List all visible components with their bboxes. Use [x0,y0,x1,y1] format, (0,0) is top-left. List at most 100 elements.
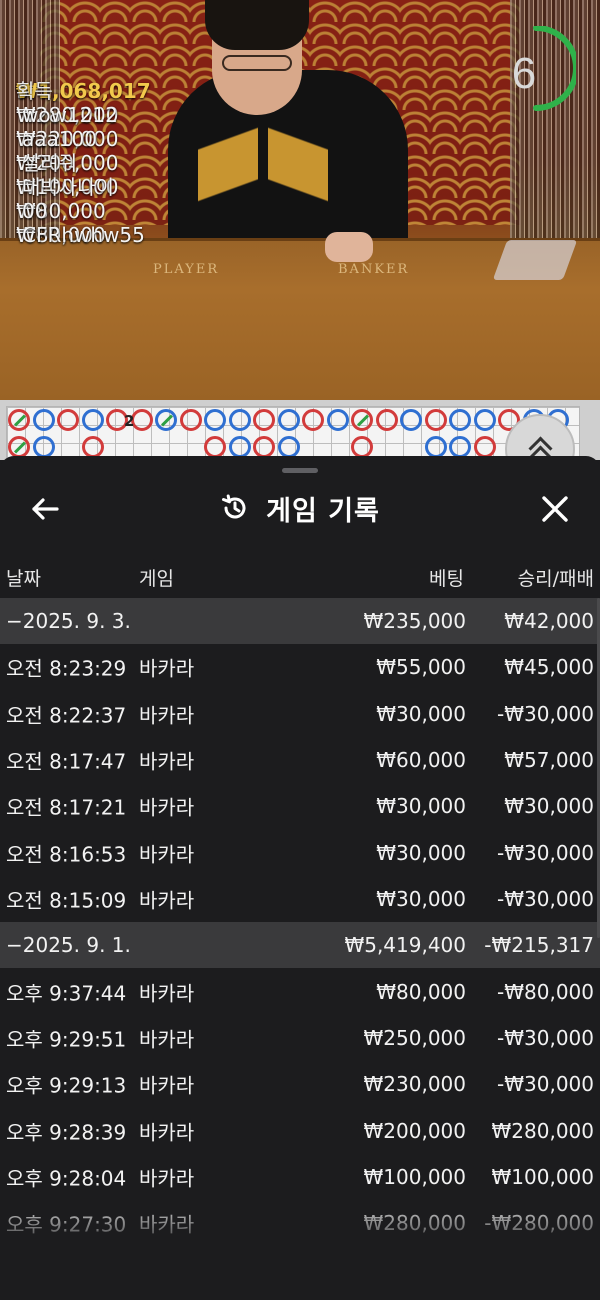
row-time: 오전 8:15:09 [6,888,127,913]
row-time: 오후 9:27:30 [6,1212,127,1237]
history-row[interactable]: 오전 8:17:21 바카라 ₩30,000 ₩30,000 [0,783,600,829]
bead-banker [253,436,275,458]
row-bet: ₩230,000 [363,1072,466,1097]
row-result: ₩280,000 [491,1118,594,1143]
row-bet: ₩30,000 [376,840,466,865]
group-bet-total: ₩235,000 [363,609,466,633]
column-result[interactable]: 승리/패배 [518,564,594,591]
row-result: ₩57,000 [504,747,594,772]
row-result: -₩80,000 [497,979,594,1004]
row-game: 바카라 [139,656,195,681]
sheet-title: 게임 기록 [266,495,380,527]
row-bet: ₩250,000 [363,1025,466,1050]
bead-player [32,436,55,458]
group-date: −2025. 9. 1. [6,933,131,958]
row-bet: ₩30,000 [376,794,466,819]
row-game: 바카라 [139,749,195,774]
bead-banker [424,409,447,431]
winner-name: 00 [22,199,48,223]
winner-name: aaa100 [22,127,97,151]
bead-banker [375,409,398,431]
bead-road-marker: 2 [124,412,135,430]
close-icon[interactable] [538,492,572,526]
dealer-hand [325,232,373,262]
history-row[interactable]: 오후 9:29:13 바카라 ₩230,000 -₩30,000 [0,1061,600,1107]
row-bet: ₩100,000 [363,1165,466,1190]
history-row[interactable]: 오전 8:15:09 바카라 ₩30,000 -₩30,000 [0,876,600,922]
row-result: -₩30,000 [497,1072,594,1097]
row-time: 오전 8:16:53 [6,842,127,867]
history-row[interactable]: 오후 9:37:44 바카라 ₩80,000 -₩80,000 [0,968,600,1014]
row-time: 오전 8:17:47 [6,749,127,774]
column-bet[interactable]: 베팅 [429,564,464,591]
bead-player [326,409,349,431]
sheet-title-wrap: 게임 기록 [0,476,600,540]
bead-banker [8,436,30,458]
bead-banker [204,436,226,458]
bead-player [155,409,177,431]
column-game[interactable]: 게임 [139,564,174,591]
bead-player [449,436,471,458]
winner-name: 대박사나이 [22,175,114,199]
history-row[interactable]: 오전 8:22:37 바카라 ₩30,000 -₩30,000 [0,690,600,736]
row-game: 바카라 [139,1120,195,1145]
bead-banker [473,436,496,458]
live-video-feed: PLAYER BANKER 9 ₩1,068,017 획득 ₩280,000 wow… [0,0,600,400]
row-time: 오후 9:37:44 [6,981,127,1006]
history-row[interactable]: 오후 9:29:51 바카라 ₩250,000 -₩30,000 [0,1015,600,1061]
winnings-label: 획득 [16,79,53,103]
history-row[interactable]: 오전 8:23:29 바카라 ₩55,000 ₩45,000 [0,644,600,690]
history-list: −2025. 9. 3. ₩235,000 ₩42,000 오전 8:23:29… [0,598,600,1247]
row-time: 오후 9:28:04 [6,1166,127,1191]
row-result: -₩30,000 [497,1025,594,1050]
history-row[interactable]: 오후 9:27:30 바카라 ₩280,000 -₩280,000 [0,1200,600,1246]
sheet-header: 게임 기록 [0,476,600,540]
bead-banker [57,409,79,431]
history-row[interactable]: 오전 8:17:47 바카라 ₩60,000 ₩57,000 [0,737,600,783]
tie-mark [160,414,174,427]
history-row[interactable]: 오후 9:28:04 바카라 ₩100,000 ₩100,000 [0,1154,600,1200]
winner-name: 살려줘 [22,151,78,175]
column-headers: 날짜 게임 베팅 승리/패배 [0,558,600,594]
row-bet: ₩60,000 [376,747,466,772]
row-time: 오후 9:28:39 [6,1120,127,1145]
history-row[interactable]: 오전 8:16:53 바카라 ₩30,000 -₩30,000 [0,830,600,876]
row-bet: ₩30,000 [376,887,466,912]
history-row[interactable]: 오후 9:28:39 바카라 ₩200,000 ₩280,000 [0,1108,600,1154]
betting-countdown: 6 [496,25,579,116]
tie-mark [356,414,370,427]
row-bet: ₩280,000 [363,1211,466,1236]
bead-player [277,409,300,431]
group-result-total: ₩42,000 [504,609,594,633]
dealer-glasses [222,55,292,71]
row-game: 바카라 [139,1212,195,1237]
date-group-header[interactable]: −2025. 9. 1. ₩5,419,400 -₩215,317 [0,922,600,969]
bead-player [228,409,251,431]
column-date[interactable]: 날짜 [6,564,41,591]
bead-banker [8,409,30,431]
back-arrow-icon[interactable] [28,492,62,526]
table-label-player: PLAYER [153,262,220,277]
bead-banker [302,409,324,431]
row-time: 오후 9:29:13 [6,1073,127,1098]
bead-player [473,409,496,431]
row-bet: ₩55,000 [376,655,466,680]
countdown-seconds: 6 [511,49,537,98]
row-game: 바카라 [139,1027,195,1052]
row-game: 바카라 [139,1166,195,1191]
row-time: 오전 8:23:29 [6,656,127,681]
row-time: 오전 8:17:21 [6,795,127,820]
bead-player [204,409,226,431]
bead-banker [81,436,104,458]
row-bet: ₩200,000 [363,1118,466,1143]
row-game: 바카라 [139,888,195,913]
group-bet-total: ₩5,419,400 [344,933,466,958]
sheet-grabber[interactable] [282,468,318,473]
card-shoe [492,240,578,280]
history-icon [220,493,250,523]
group-result-total: -₩215,317 [484,933,594,958]
bead-player [32,409,55,431]
row-game: 바카라 [139,703,195,728]
bead-banker [179,409,202,431]
date-group-header[interactable]: −2025. 9. 3. ₩235,000 ₩42,000 [0,598,600,644]
